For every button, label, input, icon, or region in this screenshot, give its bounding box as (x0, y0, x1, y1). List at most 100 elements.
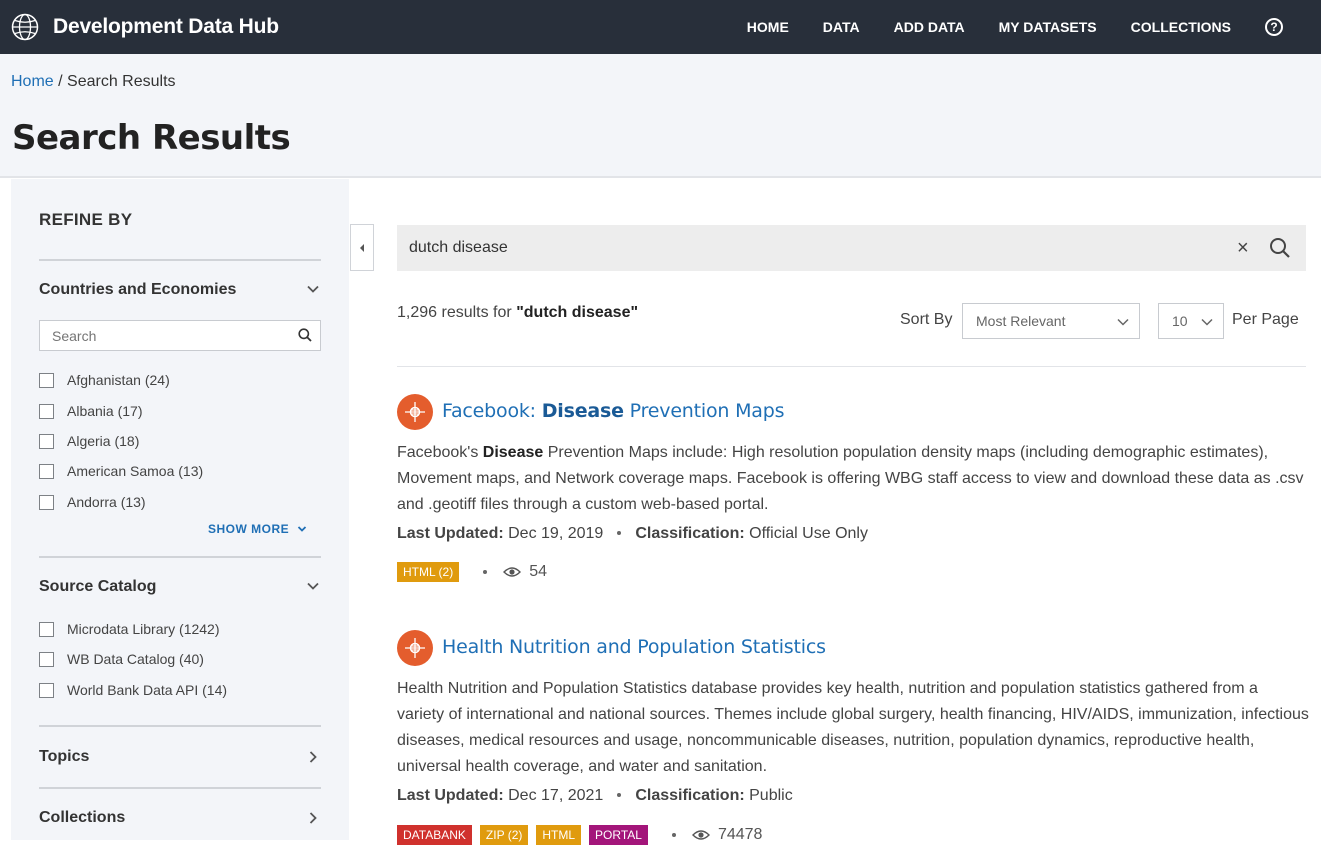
format-tag[interactable]: HTML (536, 825, 582, 845)
checkbox[interactable] (39, 682, 54, 698)
per-page-select-value: 10 (1172, 313, 1188, 329)
checkbox[interactable] (39, 463, 54, 479)
result-item: Facebook: Disease Prevention Maps Facebo… (397, 394, 1309, 594)
results-query: "dutch disease" (516, 304, 639, 321)
page-header: Home / Search Results Search Results (0, 54, 1321, 178)
dataset-icon (397, 394, 433, 430)
country-search-input[interactable] (40, 321, 280, 350)
chevron-down-icon[interactable] (307, 580, 319, 592)
separator-dot (617, 793, 622, 797)
nav-data[interactable]: DATA (823, 19, 860, 35)
facet-source-catalog-title[interactable]: Source Catalog (39, 578, 156, 596)
country-search-field (39, 320, 321, 351)
checkbox[interactable] (39, 494, 54, 510)
checkbox[interactable] (39, 651, 54, 667)
facet-collections-title[interactable]: Collections (39, 809, 125, 827)
divider (397, 366, 1306, 367)
last-updated-value: Dec 17, 2021 (508, 787, 604, 804)
format-tag[interactable]: HTML (2) (397, 562, 460, 582)
format-tag[interactable]: PORTAL (589, 825, 648, 845)
last-updated-label: Last Updated: (397, 787, 504, 804)
checkbox[interactable] (39, 403, 54, 419)
country-option[interactable]: Afghanistan (24) (39, 372, 170, 388)
checkbox[interactable] (39, 372, 54, 388)
divider (39, 556, 321, 558)
dataset-icon (397, 630, 433, 666)
last-updated-label: Last Updated: (397, 525, 504, 542)
divider (39, 787, 321, 789)
country-option-label: Andorra (13) (67, 494, 146, 510)
source-option[interactable]: Microdata Library (1242) (39, 621, 220, 637)
country-option[interactable]: Andorra (13) (39, 494, 146, 510)
per-page-select[interactable]: 10 (1158, 303, 1224, 339)
country-option-label: American Samoa (13) (67, 463, 204, 479)
result-title-link[interactable]: Facebook: Disease Prevention Maps (442, 400, 784, 422)
source-option-label: WB Data Catalog (40) (67, 651, 204, 667)
classification-label: Classification: (635, 787, 745, 804)
chevron-right-icon[interactable] (307, 751, 319, 763)
chevron-down-icon[interactable] (307, 283, 319, 295)
divider (39, 725, 321, 727)
view-count-value: 54 (529, 563, 548, 580)
page-title: Search Results (12, 118, 291, 158)
sort-select-value: Most Relevant (976, 313, 1066, 329)
help-icon[interactable]: ? (1265, 18, 1283, 36)
format-tag[interactable]: ZIP (2) (479, 825, 529, 845)
show-more-button[interactable]: SHOW MORE (208, 522, 307, 536)
country-option[interactable]: Algeria (18) (39, 433, 139, 449)
brand-link[interactable]: Development Data Hub (11, 13, 279, 41)
clear-search-icon[interactable]: × (1237, 237, 1249, 260)
search-input[interactable] (409, 235, 1189, 261)
country-option-label: Albania (17) (67, 403, 143, 419)
breadcrumb-home-link[interactable]: Home (11, 73, 54, 90)
view-count-value: 74478 (717, 826, 763, 843)
country-option-label: Afghanistan (24) (67, 372, 170, 388)
nav-add-data[interactable]: ADD DATA (894, 19, 965, 35)
facet-topics-title[interactable]: Topics (39, 748, 89, 766)
facet-countries-title[interactable]: Countries and Economies (39, 281, 236, 299)
result-tags: DATABANK ZIP (2) HTML PORTAL 74478 (397, 825, 762, 845)
last-updated-value: Dec 19, 2019 (508, 525, 604, 542)
checkbox[interactable] (39, 621, 54, 637)
classification-value: Public (749, 787, 793, 804)
search-bar: × (397, 225, 1306, 271)
checkbox[interactable] (39, 433, 54, 449)
result-meta: Last Updated: Dec 17, 2021 Classification… (397, 787, 793, 805)
chevron-down-icon (1201, 318, 1213, 326)
nav-home[interactable]: HOME (747, 19, 789, 35)
main-nav: HOME DATA ADD DATA MY DATASETS COLLECTIO… (747, 0, 1321, 54)
result-item: Health Nutrition and Population Statisti… (397, 630, 1309, 845)
refine-sidebar: REFINE BY Countries and Economies Afghan… (11, 179, 349, 840)
sort-label: Sort By (900, 311, 953, 328)
classification-value: Official Use Only (749, 525, 868, 542)
chevron-right-icon[interactable] (307, 812, 319, 824)
search-icon[interactable] (298, 328, 312, 342)
show-more-label: SHOW MORE (208, 522, 290, 536)
chevron-down-icon (298, 526, 307, 532)
nav-my-datasets[interactable]: MY DATASETS (999, 19, 1097, 35)
separator-dot (617, 531, 622, 535)
country-option[interactable]: American Samoa (13) (39, 463, 203, 479)
refine-heading: REFINE BY (39, 210, 133, 229)
country-option[interactable]: Albania (17) (39, 403, 143, 419)
format-tag[interactable]: DATABANK (397, 825, 472, 845)
source-option[interactable]: World Bank Data API (14) (39, 682, 227, 698)
sort-select[interactable]: Most Relevant (962, 303, 1140, 339)
breadcrumb-current: Search Results (67, 73, 176, 90)
result-title-link[interactable]: Health Nutrition and Population Statisti… (442, 636, 826, 658)
result-description: Facebook's Disease Prevention Maps inclu… (397, 440, 1309, 518)
result-tags: HTML (2) 54 (397, 562, 547, 582)
result-desc-prefix: Facebook's (397, 444, 483, 461)
separator-dot (483, 570, 488, 574)
eye-icon (503, 567, 522, 577)
chevron-down-icon (1117, 318, 1129, 326)
breadcrumb-separator: / (53, 73, 68, 90)
collapse-sidebar-button[interactable] (350, 224, 374, 271)
source-option[interactable]: WB Data Catalog (40) (39, 651, 204, 667)
result-meta: Last Updated: Dec 19, 2019 Classification… (397, 525, 868, 543)
separator-dot (671, 833, 676, 837)
search-icon[interactable] (1269, 237, 1291, 259)
top-nav-bar: Development Data Hub HOME DATA ADD DATA … (0, 0, 1321, 54)
nav-collections[interactable]: COLLECTIONS (1131, 19, 1231, 35)
result-description: Health Nutrition and Population Statisti… (397, 680, 1309, 775)
